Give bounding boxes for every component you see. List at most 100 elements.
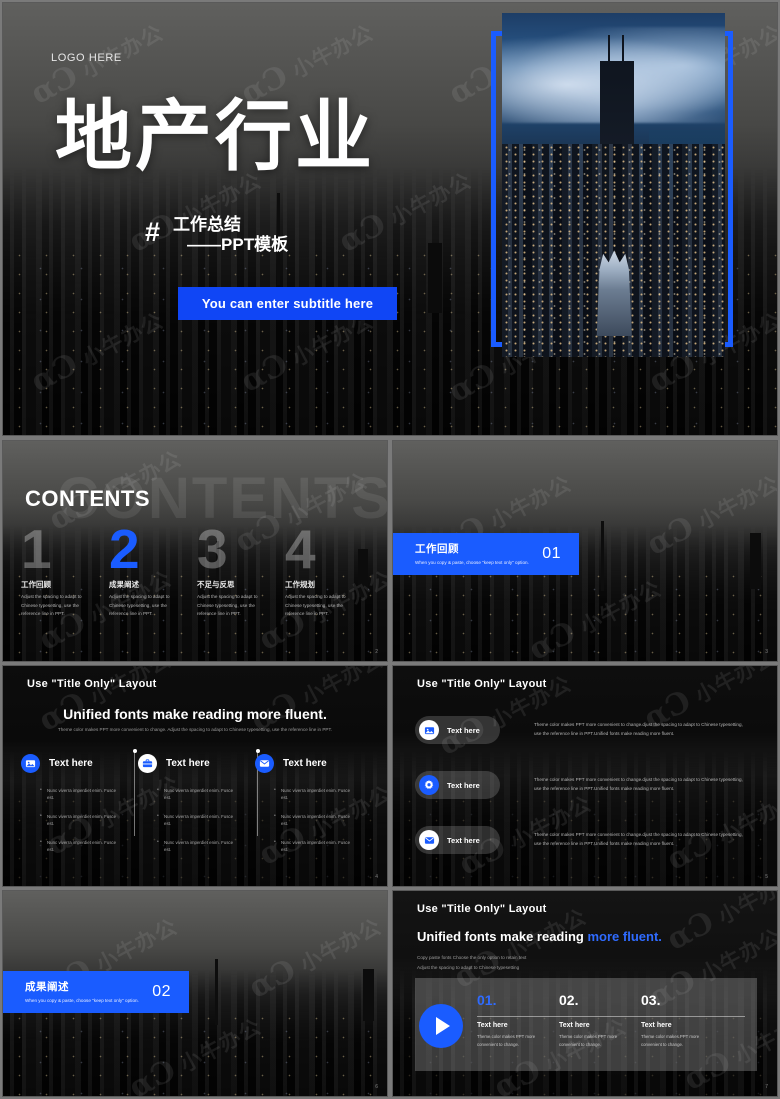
numbers-item-number: 03. <box>641 992 661 1008</box>
slide-numbers[interactable]: αƆ 小牛办公 αƆ 小牛办公 αƆ 小牛办公 αƆ 小牛办公 αƆ 小牛办公 … <box>392 890 778 1097</box>
pill-button[interactable]: Text here <box>415 826 500 854</box>
bullet-item: Nunc viverra imperdiet enim. Fusce est. <box>157 812 234 828</box>
numbers-item-number: 01. <box>477 992 497 1008</box>
bullet-item: Nunc viverra imperdiet enim. Fusce est. <box>40 812 117 828</box>
section2-city-lights <box>3 1003 387 1096</box>
contents-item-number: 3 <box>197 518 228 580</box>
numbers-item[interactable]: 03. Text here Theme color makes PPT more… <box>641 992 723 1048</box>
slide-section-02[interactable]: αƆ 小牛办公 αƆ 小牛办公 αƆ 小牛办公 成果阐述 When you co… <box>2 890 388 1097</box>
contents-item[interactable]: 3 不足与反思 Adjust the spacing to adapt to C… <box>197 518 285 619</box>
contents-title: CONTENTS <box>25 486 150 511</box>
contents-item[interactable]: 1 工作回顾 Adjust the spacing to adapt to Ch… <box>21 518 109 619</box>
section-number: 01 <box>542 545 561 562</box>
skyline-tower <box>428 243 442 313</box>
bullet-item: Nunc viverra imperdiet enim. Fusce est. <box>274 838 351 854</box>
slide-three-columns[interactable]: αƆ 小牛办公 αƆ 小牛办公 αƆ 小牛办公 αƆ 小牛办公 Use "Tit… <box>2 665 388 887</box>
contents-items: 1 工作回顾 Adjust the spacing to adapt to Ch… <box>21 518 373 619</box>
page-number: 5 <box>765 874 768 880</box>
numbers-headline-plain: Unified fonts make reading <box>417 929 588 944</box>
pill-label: Text here <box>447 725 480 735</box>
column-item[interactable]: Text here Nunc viverra imperdiet enim. F… <box>138 754 255 865</box>
contents-item-desc: Adjust the spacing to adapt to Chinese t… <box>21 594 82 617</box>
numbers-item[interactable]: 02. Text here Theme color makes PPT more… <box>559 992 641 1048</box>
pill-label: Text here <box>447 835 480 845</box>
section1-city-lights <box>393 562 777 661</box>
slide-deck-preview: αƆ 小牛办公 αƆ 小牛办公 αƆ 小牛办公 αƆ 小牛办公 αƆ 小牛办公 … <box>0 0 780 1099</box>
page-number: 4 <box>375 874 378 880</box>
pill-row[interactable]: Text here Theme color makes PPT more con… <box>415 826 755 854</box>
columns-headline: Unified fonts make reading more fluent. <box>63 706 327 722</box>
numbers-panel: 01. Text here Theme color makes PPT more… <box>415 978 757 1071</box>
slide-title: Use "Title Only" Layout <box>417 678 547 690</box>
skyline-spire <box>215 959 218 1025</box>
section-banner: 工作回顾 When you copy & paste, choose "keep… <box>393 533 579 575</box>
slide-title: Use "Title Only" Layout <box>27 678 157 690</box>
pill-label: Text here <box>447 780 480 790</box>
numbers-item-number: 02. <box>559 992 579 1008</box>
contents-item[interactable]: 2 成果阐述 Adjust the spacing to adapt to Ch… <box>109 521 197 619</box>
slide-contents[interactable]: αƆ 小牛办公 αƆ 小牛办公 αƆ 小牛办公 αƆ 小牛办公 CONTENTS… <box>2 440 388 662</box>
page-number: 3 <box>765 649 768 655</box>
contents-item-number: 1 <box>21 518 52 580</box>
column-bullets: Nunc viverra imperdiet enim. Fusce est. … <box>21 786 132 854</box>
contents-item-heading: 工作回顾 <box>21 580 51 590</box>
bullet-item: Nunc viverra imperdiet enim. Fusce est. <box>40 838 117 854</box>
cover-logo-placeholder: LOGO HERE <box>51 52 122 64</box>
cover-title: 地产行业 <box>55 94 375 180</box>
slide-cover[interactable]: αƆ 小牛办公 αƆ 小牛办公 αƆ 小牛办公 αƆ 小牛办公 αƆ 小牛办公 … <box>2 2 778 436</box>
cover-subtitle-group: # 工作总结 ——PPT模板 <box>145 215 288 254</box>
briefcase-icon <box>138 754 157 773</box>
skyline-tower <box>750 533 761 589</box>
column-label: Text here <box>283 758 327 769</box>
bullet-item: Nunc viverra imperdiet enim. Fusce est. <box>157 786 234 802</box>
cover-subtitle-button[interactable]: You can enter subtitle here <box>178 287 397 320</box>
numbers-headline-highlight: more fluent. <box>587 929 662 944</box>
numbers-item-desc: Theme color makes PPT more convenient to… <box>559 1034 618 1047</box>
column-item[interactable]: Text here Nunc viverra imperdiet enim. F… <box>255 754 372 865</box>
page-number: 6 <box>375 1084 378 1090</box>
contents-item-number: 4 <box>285 518 316 580</box>
numbers-item-desc: Theme color makes PPT more convenient to… <box>477 1034 536 1047</box>
numbers-headline: Unified fonts make reading more fluent. <box>417 929 662 944</box>
slide-pill-rows[interactable]: αƆ 小牛办公 αƆ 小牛办公 αƆ 小牛办公 αƆ 小牛办公 Use "Tit… <box>392 665 778 887</box>
numbers-item-label: Text here <box>641 1022 672 1029</box>
numbers-item-desc: Theme color makes PPT more convenient to… <box>641 1034 700 1047</box>
numbers-subtext-line2: Adjust the spacing to adapt to Chinese t… <box>417 964 520 970</box>
cover-photo <box>502 13 725 357</box>
contents-item-desc: Adjust the spacing to adapt to Chinese t… <box>109 594 170 617</box>
page-number: 7 <box>765 1084 768 1090</box>
numbers-item-label: Text here <box>559 1022 590 1029</box>
section-banner: 成果阐述 When you copy & paste, choose "keep… <box>3 971 189 1013</box>
contents-item-heading: 工作规划 <box>285 580 315 590</box>
image-icon <box>419 720 439 740</box>
numbers-subtext-line1: Copy paste fonts Choose the only option … <box>417 955 527 960</box>
numbers-item-label: Text here <box>477 1022 508 1029</box>
bullet-item: Nunc viverra imperdiet enim. Fusce est. <box>274 786 351 802</box>
pill-row[interactable]: Text here Theme color makes PPT more con… <box>415 771 755 799</box>
gear-icon <box>419 775 439 795</box>
contents-item-heading: 不足与反思 <box>197 580 235 590</box>
skyline-tower <box>363 969 374 1021</box>
column-label: Text here <box>166 758 210 769</box>
bullet-item: Nunc viverra imperdiet enim. Fusce est. <box>40 786 117 802</box>
column-item[interactable]: Text here Nunc viverra imperdiet enim. F… <box>21 754 138 865</box>
slide-title: Use "Title Only" Layout <box>417 903 547 915</box>
column-label: Text here <box>49 758 93 769</box>
column-bullets: Nunc viverra imperdiet enim. Fusce est. … <box>138 786 249 854</box>
contents-item-desc: Adjust the spacing to adapt to Chinese t… <box>285 594 346 617</box>
page-number: 2 <box>375 649 378 655</box>
cover-subtitle-line2: ——PPT模板 <box>187 234 289 254</box>
envelope-icon <box>419 830 439 850</box>
contents-item[interactable]: 4 工作规划 Adjust the spacing to adapt to Ch… <box>285 518 373 619</box>
pill-button[interactable]: Text here <box>415 716 500 744</box>
contents-item-heading: 成果阐述 <box>109 580 139 590</box>
slide-section-01[interactable]: αƆ 小牛办公 αƆ 小牛办公 αƆ 小牛办公 工作回顾 When you co… <box>392 440 778 662</box>
pill-row[interactable]: Text here Theme color makes PPT more con… <box>415 716 755 744</box>
play-icon[interactable] <box>419 1004 463 1048</box>
play-triangle <box>436 1017 450 1035</box>
skyline-spire <box>601 521 604 591</box>
pill-button[interactable]: Text here <box>415 771 500 799</box>
pill-description: Theme color makes PPT more convenient to… <box>534 777 743 791</box>
numbers-list: 01. Text here Theme color makes PPT more… <box>477 992 747 1048</box>
numbers-item[interactable]: 01. Text here Theme color makes PPT more… <box>477 992 559 1048</box>
